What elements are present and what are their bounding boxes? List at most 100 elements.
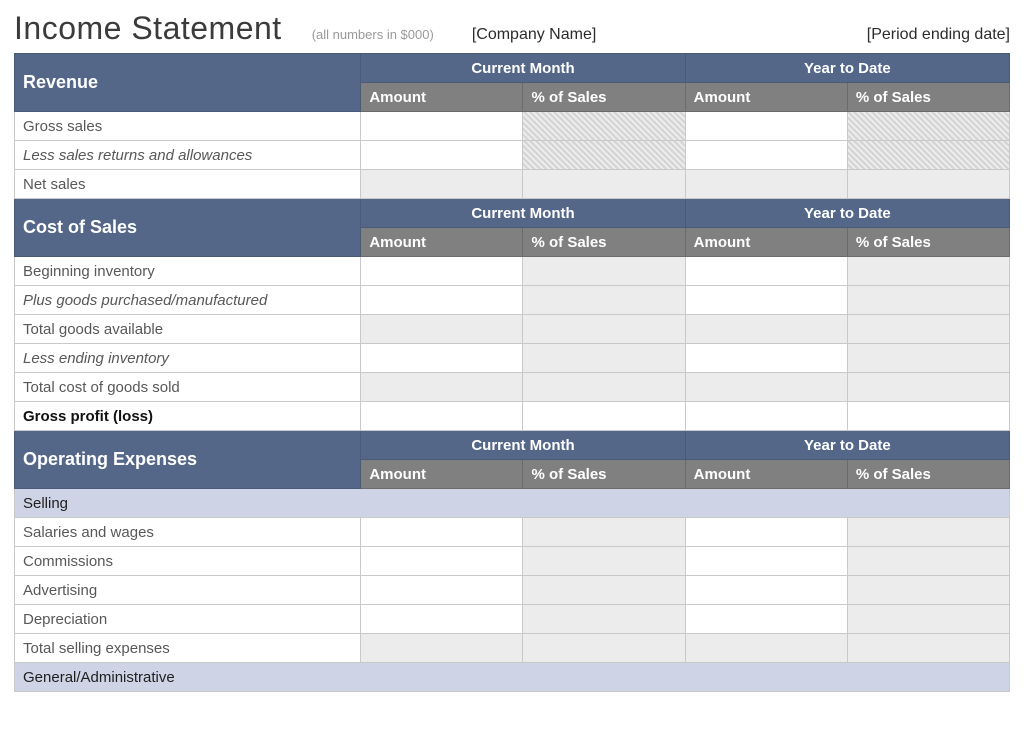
- period-header-ytd: Year to Date: [685, 54, 1009, 83]
- row-label: Less ending inventory: [15, 344, 361, 373]
- pct-cell[interactable]: [847, 286, 1009, 315]
- amount-cell[interactable]: [685, 402, 847, 431]
- row-label: Beginning inventory: [15, 257, 361, 286]
- amount-cell[interactable]: [685, 257, 847, 286]
- col-pct-of-sales: % of Sales: [523, 83, 685, 112]
- pct-cell[interactable]: [523, 605, 685, 634]
- col-pct-of-sales: % of Sales: [847, 228, 1009, 257]
- amount-cell[interactable]: [361, 634, 523, 663]
- amount-cell[interactable]: [685, 547, 847, 576]
- pct-cell[interactable]: [847, 257, 1009, 286]
- pct-cell[interactable]: [523, 315, 685, 344]
- col-amount: Amount: [361, 460, 523, 489]
- col-pct-of-sales: % of Sales: [523, 228, 685, 257]
- amount-cell[interactable]: [361, 315, 523, 344]
- pct-cell[interactable]: [523, 286, 685, 315]
- subgroup-band: General/Administrative: [15, 663, 1010, 692]
- amount-cell[interactable]: [361, 605, 523, 634]
- units-note: (all numbers in $000): [312, 27, 434, 42]
- row-label: Plus goods purchased/manufactured: [15, 286, 361, 315]
- amount-cell[interactable]: [361, 576, 523, 605]
- period-header-current: Current Month: [361, 199, 685, 228]
- section-title: Cost of Sales: [15, 199, 361, 257]
- pct-cell[interactable]: [847, 141, 1009, 170]
- period-header-current: Current Month: [361, 54, 685, 83]
- pct-cell[interactable]: [847, 315, 1009, 344]
- amount-cell[interactable]: [685, 315, 847, 344]
- pct-cell[interactable]: [523, 112, 685, 141]
- period-header-current: Current Month: [361, 431, 685, 460]
- pct-cell[interactable]: [523, 518, 685, 547]
- row-label: Salaries and wages: [15, 518, 361, 547]
- pct-cell[interactable]: [847, 605, 1009, 634]
- amount-cell[interactable]: [685, 112, 847, 141]
- section-title: Revenue: [15, 54, 361, 112]
- row-label: Total goods available: [15, 315, 361, 344]
- col-amount: Amount: [685, 83, 847, 112]
- pct-cell[interactable]: [847, 344, 1009, 373]
- pct-cell[interactable]: [523, 257, 685, 286]
- amount-cell[interactable]: [361, 518, 523, 547]
- period-ending: [Period ending date]: [867, 26, 1010, 44]
- pct-cell[interactable]: [523, 634, 685, 663]
- col-amount: Amount: [361, 83, 523, 112]
- amount-cell[interactable]: [685, 141, 847, 170]
- col-pct-of-sales: % of Sales: [523, 460, 685, 489]
- amount-cell[interactable]: [685, 373, 847, 402]
- pct-cell[interactable]: [847, 373, 1009, 402]
- section-title: Operating Expenses: [15, 431, 361, 489]
- row-label: Advertising: [15, 576, 361, 605]
- pct-cell[interactable]: [847, 112, 1009, 141]
- col-amount: Amount: [685, 228, 847, 257]
- row-label: Less sales returns and allowances: [15, 141, 361, 170]
- pct-cell[interactable]: [847, 547, 1009, 576]
- row-label: Gross sales: [15, 112, 361, 141]
- amount-cell[interactable]: [361, 170, 523, 199]
- period-header-ytd: Year to Date: [685, 431, 1009, 460]
- amount-cell[interactable]: [685, 518, 847, 547]
- amount-cell[interactable]: [361, 141, 523, 170]
- amount-cell[interactable]: [685, 605, 847, 634]
- amount-cell[interactable]: [685, 344, 847, 373]
- pct-cell[interactable]: [847, 576, 1009, 605]
- amount-cell[interactable]: [361, 112, 523, 141]
- row-label: Depreciation: [15, 605, 361, 634]
- pct-cell[interactable]: [523, 547, 685, 576]
- col-pct-of-sales: % of Sales: [847, 460, 1009, 489]
- amount-cell[interactable]: [361, 286, 523, 315]
- col-amount: Amount: [361, 228, 523, 257]
- amount-cell[interactable]: [361, 257, 523, 286]
- subgroup-band: Selling: [15, 489, 1010, 518]
- company-name: [Company Name]: [472, 26, 597, 44]
- col-pct-of-sales: % of Sales: [847, 83, 1009, 112]
- row-label: Commissions: [15, 547, 361, 576]
- pct-cell[interactable]: [847, 170, 1009, 199]
- col-amount: Amount: [685, 460, 847, 489]
- amount-cell[interactable]: [361, 402, 523, 431]
- pct-cell[interactable]: [523, 373, 685, 402]
- amount-cell[interactable]: [685, 634, 847, 663]
- pct-cell[interactable]: [847, 518, 1009, 547]
- header-bar: Income Statement (all numbers in $000) […: [14, 10, 1010, 47]
- amount-cell[interactable]: [685, 170, 847, 199]
- row-label: Total selling expenses: [15, 634, 361, 663]
- amount-cell[interactable]: [361, 344, 523, 373]
- pct-cell[interactable]: [523, 141, 685, 170]
- row-label: Total cost of goods sold: [15, 373, 361, 402]
- pct-cell[interactable]: [847, 402, 1009, 431]
- row-label: Gross profit (loss): [15, 402, 361, 431]
- pct-cell[interactable]: [523, 344, 685, 373]
- period-header-ytd: Year to Date: [685, 199, 1009, 228]
- amount-cell[interactable]: [685, 576, 847, 605]
- amount-cell[interactable]: [685, 286, 847, 315]
- income-statement-sheet: Income Statement (all numbers in $000) […: [0, 0, 1024, 692]
- pct-cell[interactable]: [523, 170, 685, 199]
- row-label: Net sales: [15, 170, 361, 199]
- pct-cell[interactable]: [847, 634, 1009, 663]
- amount-cell[interactable]: [361, 547, 523, 576]
- income-statement-table: RevenueCurrent MonthYear to DateAmount% …: [14, 53, 1010, 692]
- pct-cell[interactable]: [523, 576, 685, 605]
- amount-cell[interactable]: [361, 373, 523, 402]
- page-title: Income Statement: [14, 10, 282, 47]
- pct-cell[interactable]: [523, 402, 685, 431]
